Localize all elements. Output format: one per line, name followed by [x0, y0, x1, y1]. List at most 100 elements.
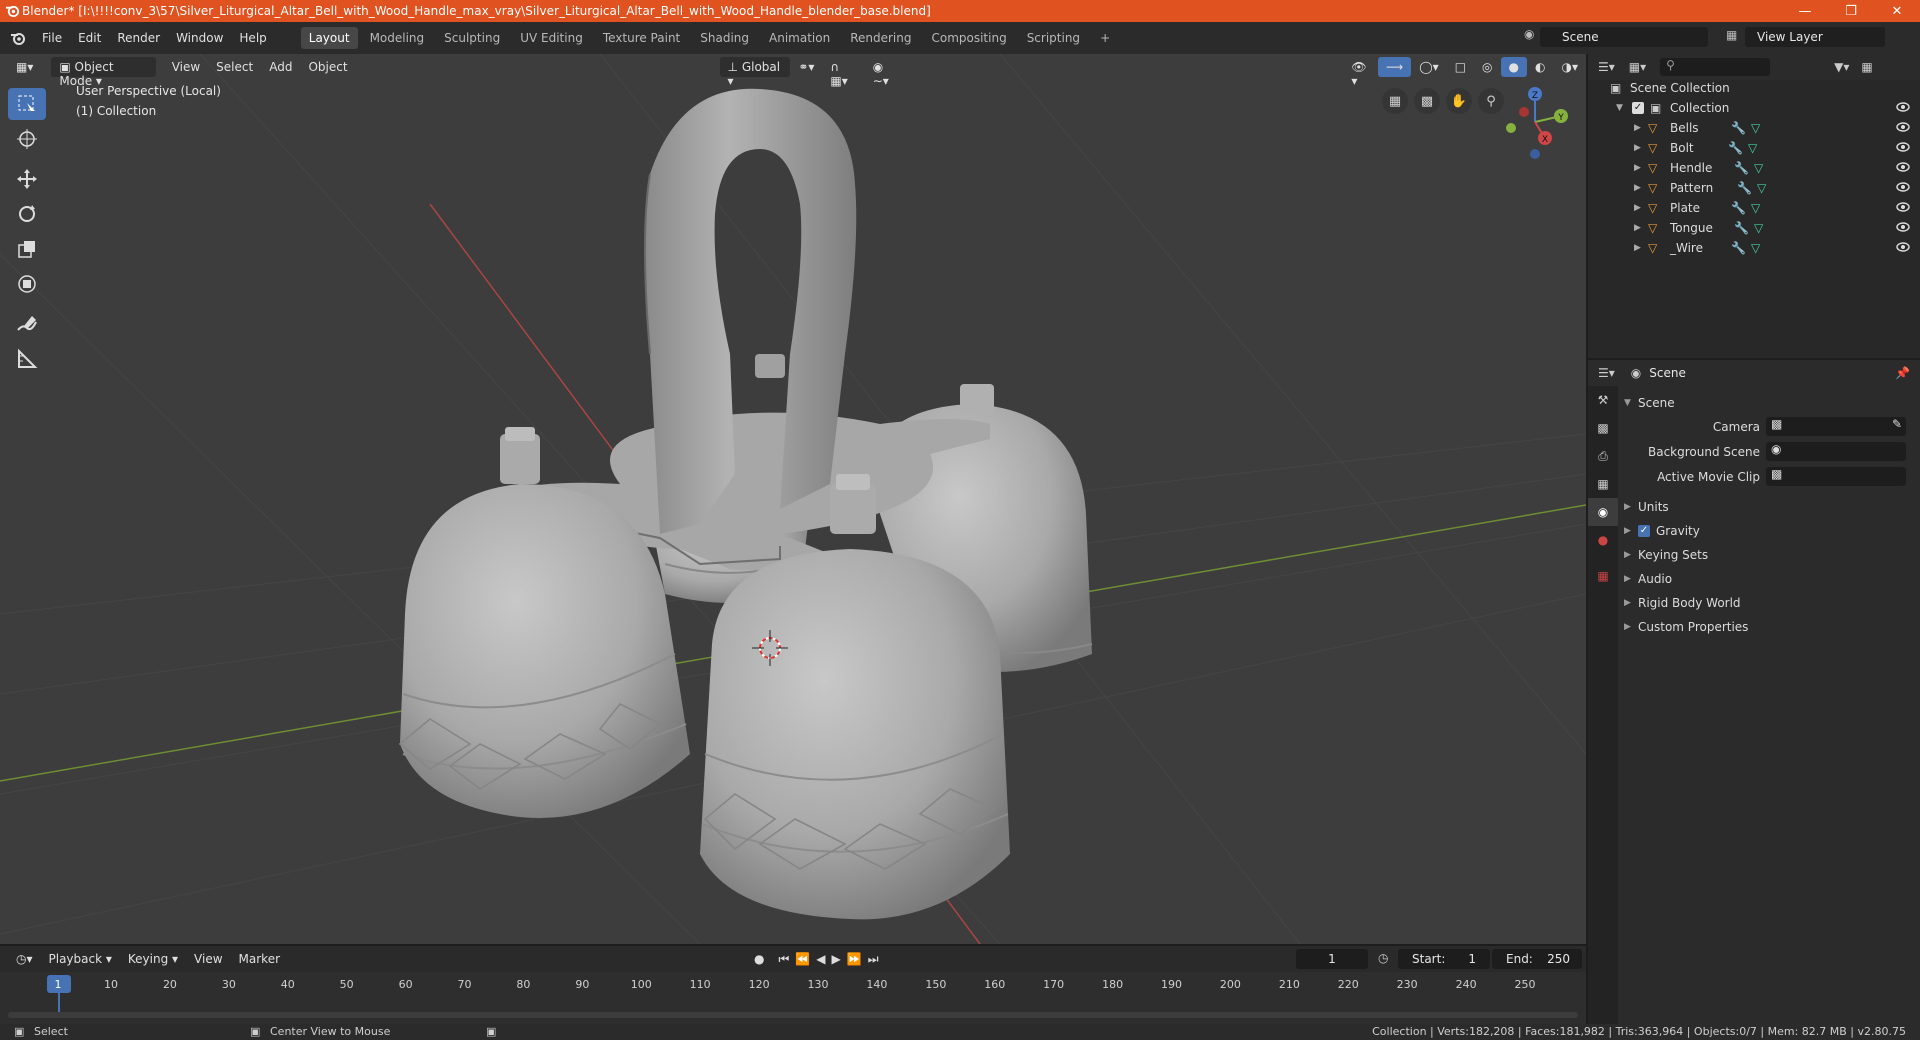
- material-shading-icon[interactable]: ◐: [1527, 57, 1553, 77]
- outliner-object-row[interactable]: ▶ ▽ Bells 🔧 ▽: [1588, 118, 1920, 138]
- eye-icon[interactable]: [1896, 221, 1910, 233]
- filter-icon[interactable]: ▼▾: [1834, 60, 1849, 74]
- eye-icon[interactable]: [1896, 241, 1910, 253]
- camera-view-icon[interactable]: ▩: [1414, 88, 1440, 114]
- tab-shading[interactable]: Shading: [692, 27, 757, 49]
- solid-shading-icon[interactable]: ●: [1500, 57, 1528, 77]
- select-box-tool[interactable]: [8, 88, 46, 120]
- texture-tab-icon[interactable]: ▦: [1588, 562, 1618, 590]
- next-keyframe-icon[interactable]: ⏩: [847, 952, 862, 966]
- visibility-icon[interactable]: 👁▾: [1343, 57, 1378, 88]
- menu-select[interactable]: Select: [208, 57, 261, 77]
- gravity-checkbox[interactable]: ✓: [1638, 525, 1650, 537]
- properties-panel-header[interactable]: ▶ Units: [1624, 496, 1914, 518]
- move-tool[interactable]: [8, 163, 46, 195]
- outliner-editor-icon[interactable]: ☰▾: [1598, 60, 1615, 74]
- tab-texture-paint[interactable]: Texture Paint: [595, 27, 688, 49]
- expand-arrow-icon[interactable]: ▶: [1634, 203, 1641, 213]
- expand-arrow-icon[interactable]: ▶: [1634, 143, 1641, 153]
- tab-modeling[interactable]: Modeling: [362, 27, 433, 49]
- camera-field[interactable]: ▩ ✎: [1766, 417, 1906, 436]
- eye-icon[interactable]: [1896, 181, 1910, 193]
- timeline-editor-icon[interactable]: ◷▾: [8, 949, 41, 969]
- scene-name-field[interactable]: Scene: [1540, 27, 1708, 47]
- tool-tab-icon[interactable]: ⚒: [1588, 386, 1618, 414]
- rendered-shading-icon[interactable]: ◑▾: [1554, 57, 1587, 77]
- view-layer-field[interactable]: View Layer: [1745, 27, 1885, 47]
- tab-uv-editing[interactable]: UV Editing: [512, 27, 591, 49]
- mesh-data-icon[interactable]: ▽: [1754, 221, 1763, 235]
- scene-tab-icon[interactable]: ◉: [1588, 498, 1618, 526]
- output-tab-icon[interactable]: ⎙: [1588, 442, 1618, 470]
- measure-tool[interactable]: [8, 343, 46, 375]
- menu-window[interactable]: Window: [168, 31, 231, 45]
- menu-add[interactable]: Add: [261, 57, 300, 77]
- mesh-data-icon[interactable]: ▽: [1754, 161, 1763, 175]
- menu-keying[interactable]: Keying ▾: [120, 949, 186, 969]
- menu-help[interactable]: Help: [231, 31, 274, 45]
- add-workspace-icon[interactable]: +: [1092, 27, 1118, 49]
- eye-icon[interactable]: [1896, 161, 1910, 173]
- menu-file[interactable]: File: [34, 31, 70, 45]
- scale-tool[interactable]: [8, 233, 46, 265]
- mesh-data-icon[interactable]: ▽: [1751, 241, 1760, 255]
- world-tab-icon[interactable]: ●: [1588, 526, 1618, 554]
- background-scene-field[interactable]: ◉: [1766, 442, 1906, 461]
- menu-object[interactable]: Object: [300, 57, 355, 77]
- expand-arrow-icon[interactable]: ▶: [1634, 123, 1641, 133]
- scene-section-header[interactable]: ▼ Scene: [1624, 392, 1914, 414]
- properties-panel-header[interactable]: ▶ ✓ Gravity: [1624, 520, 1914, 542]
- scene-selector[interactable]: ◉: [1524, 27, 1538, 47]
- tab-sculpting[interactable]: Sculpting: [436, 27, 508, 49]
- expand-arrow-icon[interactable]: ▶: [1634, 163, 1641, 173]
- mesh-data-icon[interactable]: ▽: [1757, 181, 1766, 195]
- orientation-dropdown[interactable]: ⊥ Global ▾: [719, 57, 791, 88]
- eye-icon[interactable]: [1896, 101, 1910, 113]
- display-mode-icon[interactable]: ▦▾: [1629, 60, 1646, 74]
- modifier-wrench-icon[interactable]: 🔧: [1731, 121, 1746, 135]
- menu-timeline-view[interactable]: View: [186, 949, 230, 969]
- mesh-data-icon[interactable]: ▽: [1751, 201, 1760, 215]
- minimize-icon[interactable]: —: [1782, 0, 1828, 22]
- tab-scripting[interactable]: Scripting: [1019, 27, 1088, 49]
- menu-playback[interactable]: Playback ▾: [41, 949, 120, 969]
- tab-rendering[interactable]: Rendering: [842, 27, 919, 49]
- expand-arrow-icon[interactable]: ▼: [1616, 103, 1623, 113]
- proportional-edit-icon[interactable]: ◉ ∼▾: [865, 57, 908, 88]
- outliner-object-row[interactable]: ▶ ▽ Bolt 🔧 ▽: [1588, 138, 1920, 158]
- current-frame-field[interactable]: 1: [1296, 949, 1368, 969]
- eye-icon[interactable]: [1896, 201, 1910, 213]
- tab-compositing[interactable]: Compositing: [923, 27, 1014, 49]
- properties-panel-header[interactable]: ▶ Audio: [1624, 568, 1914, 590]
- play-reverse-icon[interactable]: ◀: [816, 952, 825, 966]
- editor-type-icon[interactable]: ▦▾: [8, 57, 41, 77]
- modifier-wrench-icon[interactable]: 🔧: [1737, 181, 1752, 195]
- collection-row[interactable]: ▼ ✓ ▣ Collection: [1588, 98, 1920, 118]
- properties-panel-header[interactable]: ▶ Keying Sets: [1624, 544, 1914, 566]
- menu-view[interactable]: View: [164, 57, 208, 77]
- restore-icon[interactable]: ❐: [1828, 0, 1874, 22]
- pin-icon[interactable]: 📌: [1895, 366, 1910, 380]
- new-collection-icon[interactable]: ▦: [1861, 60, 1872, 74]
- snap-icon[interactable]: ∩ ▦▾: [822, 57, 864, 88]
- menu-edit[interactable]: Edit: [70, 31, 109, 45]
- prev-keyframe-icon[interactable]: ⏪: [795, 952, 810, 966]
- eye-icon[interactable]: [1896, 141, 1910, 153]
- expand-arrow-icon[interactable]: ▶: [1634, 223, 1641, 233]
- jump-start-icon[interactable]: ⏮: [779, 952, 790, 967]
- menu-marker[interactable]: Marker: [231, 949, 288, 969]
- outliner-object-row[interactable]: ▶ ▽ Pattern 🔧 ▽: [1588, 178, 1920, 198]
- gizmo-toggle-icon[interactable]: ⟶: [1378, 57, 1412, 77]
- rotate-tool[interactable]: [8, 198, 46, 230]
- view-layer-tab-icon[interactable]: ▦: [1588, 470, 1618, 498]
- pivot-icon[interactable]: ⚭▾: [790, 57, 822, 77]
- start-frame-field[interactable]: Start: 1: [1398, 949, 1490, 969]
- modifier-wrench-icon[interactable]: 🔧: [1728, 141, 1743, 155]
- eyedropper-icon[interactable]: ✎: [1892, 417, 1902, 431]
- toggle-camera-grid-icon[interactable]: ▦: [1382, 88, 1408, 114]
- outliner-object-row[interactable]: ▶ ▽ _Wire 🔧 ▽: [1588, 238, 1920, 258]
- properties-panel-header[interactable]: ▶ Custom Properties: [1624, 616, 1914, 638]
- jump-end-icon[interactable]: ⏭: [868, 952, 879, 967]
- navigation-gizmo[interactable]: Z Y X: [1495, 82, 1575, 162]
- timeline-ruler[interactable]: 1 10 20 30 40 50 60 70 80 90 100 110 120 130 140 150 160…: [0, 972, 1586, 1024]
